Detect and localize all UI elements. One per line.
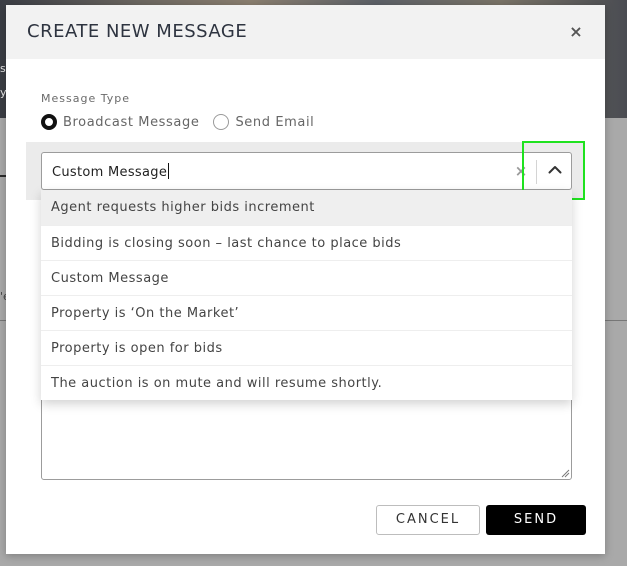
- radio-label: Send Email: [235, 114, 315, 130]
- dropdown-option[interactable]: Bidding is closing soon – last chance to…: [41, 225, 572, 260]
- dropdown-option[interactable]: Agent requests higher bids increment: [41, 190, 572, 225]
- message-type-label: Message Type: [41, 92, 130, 105]
- text-caret: [168, 163, 170, 179]
- close-icon[interactable]: ×: [566, 22, 586, 42]
- dropdown-option[interactable]: Property is open for bids: [41, 330, 572, 365]
- combobox-input-text[interactable]: Custom Message: [52, 163, 170, 180]
- combobox-value: Custom Message: [52, 165, 168, 180]
- cancel-button[interactable]: CANCEL: [376, 505, 480, 535]
- radio-broadcast-message[interactable]: Broadcast Message: [41, 114, 199, 130]
- radio-send-email[interactable]: Send Email: [213, 114, 314, 130]
- dropdown-option[interactable]: The auction is on mute and will resume s…: [41, 365, 572, 400]
- background-text-fragment: s: [0, 62, 6, 75]
- radio-unchecked-icon[interactable]: [213, 114, 230, 130]
- send-button[interactable]: SEND: [486, 505, 586, 535]
- create-message-modal: CREATE NEW MESSAGE × Message Type Broadc…: [6, 5, 605, 554]
- resize-handle-icon[interactable]: [560, 468, 570, 478]
- modal-header: CREATE NEW MESSAGE ×: [6, 5, 605, 59]
- message-type-radio-group: Broadcast Message Send Email: [41, 114, 328, 130]
- radio-label: Broadcast Message: [63, 114, 200, 130]
- message-template-dropdown: Agent requests higher bids increment Bid…: [41, 190, 572, 400]
- radio-checked-icon[interactable]: [41, 114, 57, 130]
- message-template-combobox[interactable]: Custom Message ×: [41, 152, 572, 190]
- dropdown-option[interactable]: Custom Message: [41, 260, 572, 295]
- dropdown-option[interactable]: Property is ‘On the Market’: [41, 295, 572, 330]
- modal-title: CREATE NEW MESSAGE: [27, 21, 248, 42]
